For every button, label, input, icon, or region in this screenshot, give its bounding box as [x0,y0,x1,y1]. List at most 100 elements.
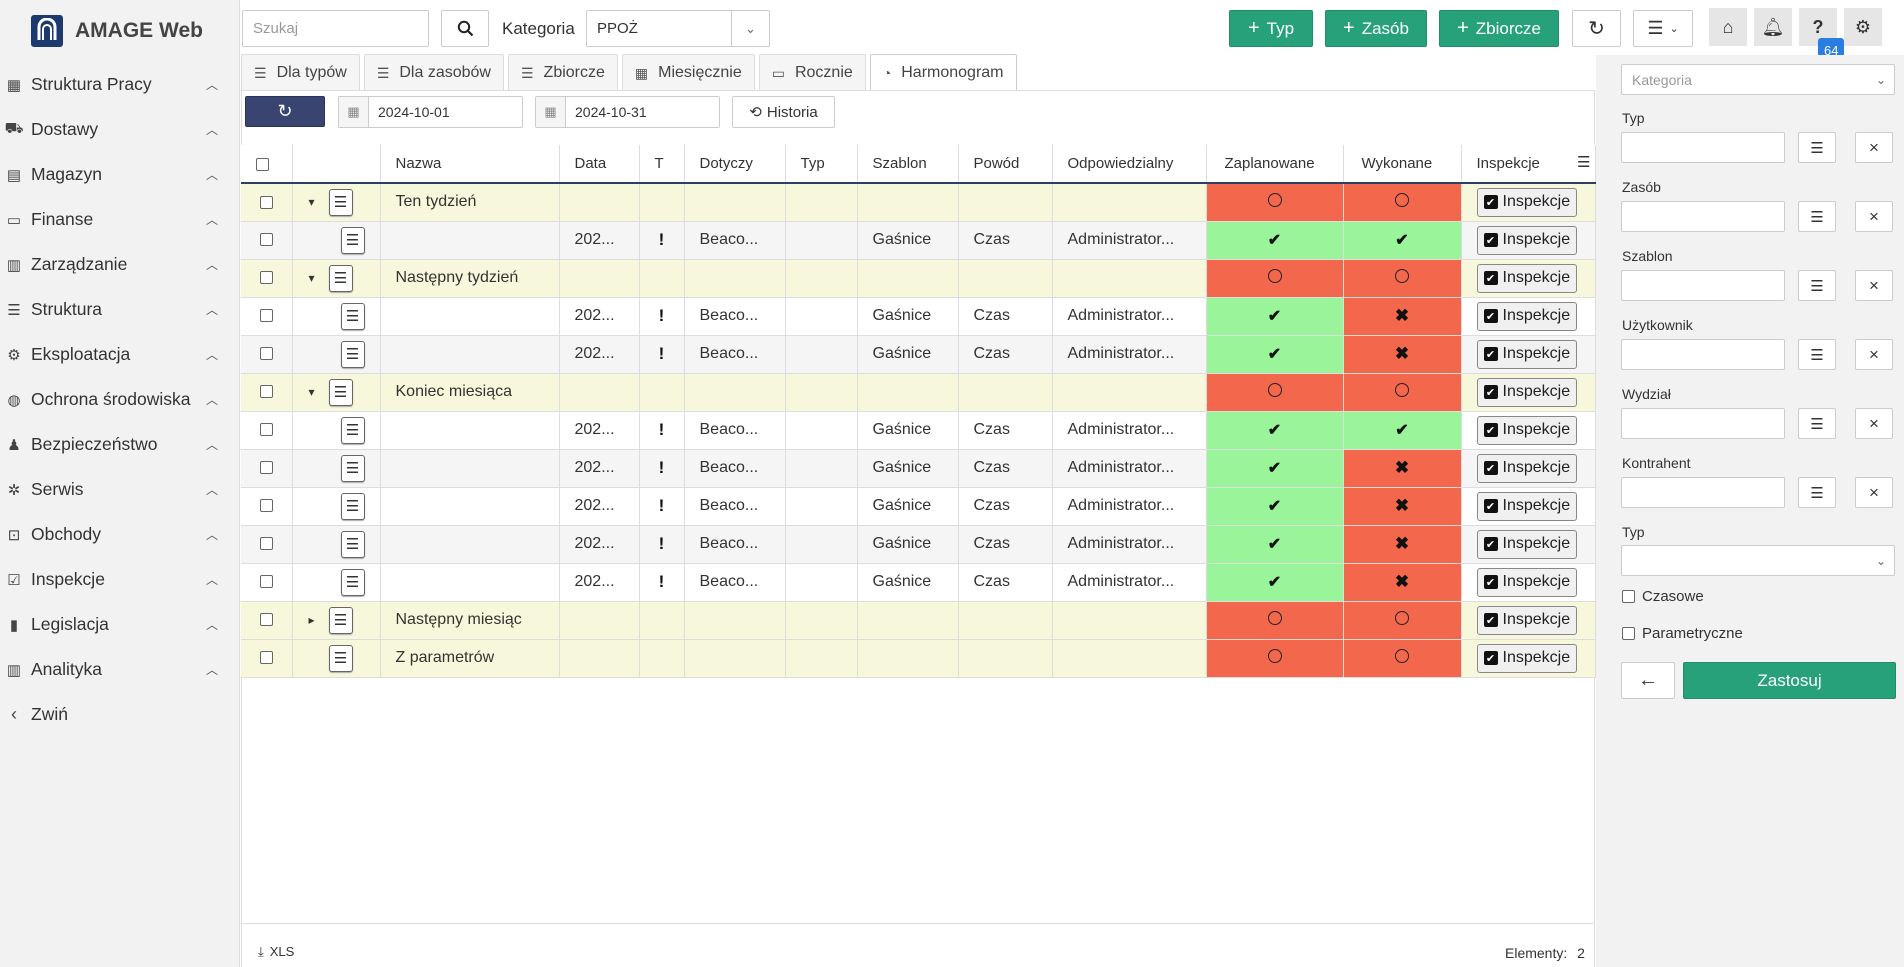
row-select[interactable] [241,525,293,564]
inspections-button[interactable]: ✔ Inspekcje [1476,491,1578,521]
col-header[interactable]: Typ [785,145,858,184]
inspections-button[interactable]: ✔ Inspekcje [1476,263,1578,293]
row-select[interactable] [241,601,293,640]
settings-button[interactable]: ⚙ [1844,8,1882,46]
row-checkbox[interactable] [259,575,273,589]
row-select[interactable] [241,259,293,298]
type-select[interactable]: ⌄ [1621,545,1895,576]
row-menu-button[interactable]: ☰ [340,340,365,368]
filter-input[interactable] [1621,408,1785,439]
row-select[interactable] [241,449,293,488]
col-header[interactable]: Dotyczy [684,145,786,184]
row-checkbox[interactable] [259,233,273,247]
col-header[interactable]: Odpowiedzialny [1052,145,1207,184]
apply-button[interactable]: Zastosuj [1683,662,1896,699]
inspections-button[interactable]: ✔ Inspekcje [1476,529,1578,559]
row-checkbox[interactable] [259,309,273,323]
sidebar-item[interactable]: ☑ Inspekcje ︿ [0,557,240,602]
row-menu-button[interactable]: ☰ [328,188,353,216]
col-header[interactable]: Powód [958,145,1053,184]
history-button[interactable]: ⟲ Historia [732,96,835,128]
row-select[interactable] [241,639,293,678]
filter-clear-button[interactable]: × [1855,339,1893,370]
row-menu-button[interactable]: ☰ [340,530,365,558]
expand-toggle-icon[interactable]: ▾ [309,385,321,399]
select-all-header[interactable] [241,145,293,184]
inspections-button[interactable]: ✔ Inspekcje [1476,415,1578,445]
filter-pick-button[interactable]: ☰ [1798,132,1836,163]
app-logo[interactable]: AMAGE Web [0,5,240,57]
inspections-button[interactable]: ✔ Inspekcje [1476,453,1578,483]
row-menu-button[interactable]: ☰ [328,264,353,292]
row-menu-button[interactable]: ☰ [328,378,353,406]
select-all-checkbox[interactable] [256,157,269,171]
inspections-button[interactable]: ✔ Inspekcje [1476,605,1578,635]
row-checkbox[interactable] [259,271,273,285]
sidebar-item[interactable]: ✲ Serwis ︿ [0,467,240,512]
filter-input[interactable] [1621,477,1785,508]
category-select[interactable]: PPOŻ ⌄ [586,10,770,47]
row-select[interactable] [241,221,293,260]
tab[interactable]: ☰ Dla zasobów [363,54,504,91]
add-collective-button[interactable]: + Zbiorcze [1439,10,1559,47]
col-header[interactable]: Szablon [857,145,959,184]
row-checkbox[interactable] [259,651,273,665]
row-select[interactable] [241,297,293,336]
date-from-input[interactable]: ▦ 2024-10-01 [338,96,523,128]
filter-pick-button[interactable]: ☰ [1798,408,1836,439]
inspections-header[interactable]: Inspekcje ☰ [1461,145,1596,184]
inspections-button[interactable]: ✔ Inspekcje [1476,643,1578,673]
sidebar-item[interactable]: ▦ Struktura Pracy ︿ [0,62,240,107]
row-select[interactable] [241,373,293,412]
inspections-button[interactable]: ✔ Inspekcje [1476,225,1578,255]
row-menu-button[interactable]: ☰ [340,302,365,330]
row-select[interactable] [241,335,293,374]
expand-toggle-icon[interactable]: ▾ [309,271,321,285]
col-header[interactable]: T [639,145,685,184]
filter-input[interactable] [1621,339,1785,370]
row-menu-button[interactable]: ☰ [340,416,365,444]
filter-input[interactable] [1621,201,1785,232]
sidebar-item[interactable]: ▥ Analityka ︿ [0,647,240,692]
row-checkbox[interactable] [259,537,273,551]
reload-button[interactable]: ↻ [245,96,325,127]
row-checkbox[interactable] [259,347,273,361]
filter-clear-button[interactable]: × [1855,270,1893,301]
param-checkbox[interactable] [1622,627,1635,640]
home-button[interactable]: ⌂ [1709,8,1747,46]
sidebar-item[interactable]: ⊡ Obchody ︿ [0,512,240,557]
collapse-sidebar-button[interactable]: ‹ Zwiń [0,692,240,737]
filter-input[interactable] [1621,132,1785,163]
refresh-button[interactable]: ↻ [1572,10,1621,47]
tab[interactable]: ☰ Zbiorcze [507,54,618,91]
row-checkbox[interactable] [259,385,273,399]
tab[interactable]: ◔ Harmonogram [869,54,1017,91]
row-checkbox[interactable] [259,423,273,437]
export-xls-button[interactable]: ⤓ XLS [258,944,294,960]
row-checkbox[interactable] [259,499,273,513]
filter-clear-button[interactable]: × [1855,477,1893,508]
row-select[interactable] [241,563,293,602]
category-filter-select[interactable]: Kategoria ⌄ [1621,64,1895,95]
sidebar-item[interactable]: ◍ Ochrona środowiska ︿ [0,377,240,422]
col-header[interactable]: Zaplanowane [1206,145,1344,184]
notifications-button[interactable]: 🔔︎ [1754,8,1792,46]
timed-checkbox[interactable] [1622,590,1635,603]
row-menu-button[interactable]: ☰ [328,644,353,672]
filter-clear-button[interactable]: × [1855,201,1893,232]
row-menu-button[interactable]: ☰ [340,492,365,520]
filter-clear-button[interactable]: × [1855,408,1893,439]
row-menu-button[interactable]: ☰ [328,606,353,634]
filter-clear-button[interactable]: × [1855,132,1893,163]
tab[interactable]: ▭ Rocznie [758,54,866,91]
row-menu-button[interactable]: ☰ [340,568,365,596]
row-select[interactable] [241,183,293,222]
inspections-button[interactable]: ✔ Inspekcje [1476,301,1578,331]
sidebar-item[interactable]: ▭ Finanse ︿ [0,197,240,242]
row-checkbox[interactable] [259,195,273,209]
sidebar-item[interactable]: ▥ Zarządzanie ︿ [0,242,240,287]
expand-toggle-icon[interactable]: ▾ [309,195,321,209]
col-header[interactable]: Nazwa [380,145,560,184]
column-menu-icon[interactable]: ☰ [1577,153,1590,171]
sidebar-item[interactable]: ⛟ Dostawy ︿ [0,107,240,152]
